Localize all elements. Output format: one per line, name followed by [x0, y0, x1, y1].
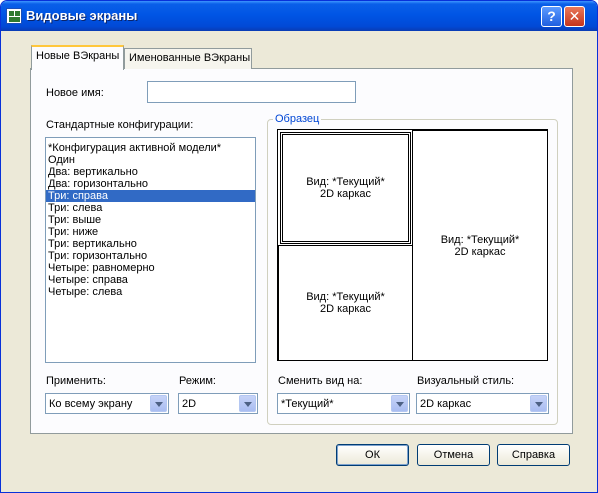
preview-group-title: Образец [273, 113, 322, 125]
change-view-select[interactable]: *Текущий* [277, 393, 410, 414]
cancel-button[interactable]: Отмена [417, 444, 490, 466]
dialog-title: Видовые экраны [26, 8, 138, 23]
list-item[interactable]: Три: вертикально [46, 238, 255, 250]
help-button[interactable]: Справка [497, 444, 570, 466]
viewport-style-label: 2D каркас [319, 303, 372, 315]
new-name-label: Новое имя: [46, 87, 104, 99]
app-icon [6, 8, 22, 24]
change-view-value: *Текущий* [281, 398, 334, 410]
viewport-view-label: Вид: *Текущий* [306, 176, 385, 188]
standard-configs-list[interactable]: *Конфигурация активной модели* Один Два: в… [45, 137, 256, 363]
apply-value: Ко всему экрану [49, 398, 133, 410]
list-item[interactable]: Три: справа [46, 190, 255, 202]
mode-label: Режим: [179, 375, 216, 387]
mode-value: 2D [182, 398, 197, 410]
close-button[interactable]: ✕ [564, 6, 585, 27]
viewport-view-label: Вид: *Текущий* [440, 233, 520, 246]
preview-area: Вид: *Текущий* 2D каркас Вид: *Текущий* … [277, 129, 548, 361]
new-name-input[interactable] [147, 81, 356, 103]
list-item[interactable]: Два: вертикально [46, 166, 255, 178]
viewport-view-label: Вид: *Текущий* [306, 291, 385, 303]
list-item[interactable]: Четыре: справа [46, 274, 255, 286]
chevron-down-icon[interactable] [391, 395, 408, 412]
mode-select[interactable]: 2D [178, 393, 258, 414]
apply-label: Применить: [46, 375, 106, 387]
visual-style-label: Визуальный стиль: [417, 375, 515, 387]
help-title-button[interactable]: ? [541, 6, 562, 27]
change-view-label: Сменить вид на: [278, 375, 363, 387]
ok-button[interactable]: ОК [336, 444, 409, 466]
preview-viewport-right[interactable]: Вид: *Текущий* 2D каркас [412, 130, 548, 361]
visual-style-value: 2D каркас [420, 398, 472, 410]
list-item[interactable]: Четыре: равномерно [46, 262, 255, 274]
chevron-down-icon[interactable] [150, 395, 167, 412]
viewports-dialog: Видовые экраны ? ✕ Новые ВЭкраны Именова… [0, 0, 598, 493]
preview-viewport-top-left[interactable]: Вид: *Текущий* 2D каркас [280, 132, 411, 244]
chevron-down-icon[interactable] [239, 395, 256, 412]
list-item[interactable]: *Конфигурация активной модели* [46, 142, 255, 154]
tab-named-viewports[interactable]: Именованные ВЭкраны [124, 48, 252, 69]
viewport-style-label: 2D каркас [319, 188, 372, 200]
viewport-style-label: 2D каркас [454, 245, 506, 258]
list-item[interactable]: Три: слева [46, 202, 255, 214]
standard-configs-label: Стандартные конфигурации: [46, 119, 194, 131]
list-item[interactable]: Один [46, 154, 255, 166]
list-item[interactable]: Два: горизонтально [46, 178, 255, 190]
list-item[interactable]: Три: горизонтально [46, 250, 255, 262]
preview-viewport-bottom-left[interactable]: Вид: *Текущий* 2D каркас [278, 245, 413, 361]
apply-select[interactable]: Ко всему экрану [45, 393, 169, 414]
title-bar[interactable]: Видовые экраны ? ✕ [1, 1, 597, 31]
visual-style-select[interactable]: 2D каркас [416, 393, 549, 414]
list-item[interactable]: Три: выше [46, 214, 255, 226]
chevron-down-icon[interactable] [530, 395, 547, 412]
list-item[interactable]: Три: ниже [46, 226, 255, 238]
list-item[interactable]: Четыре: слева [46, 286, 255, 298]
tab-new-viewports[interactable]: Новые ВЭкраны [31, 45, 124, 70]
